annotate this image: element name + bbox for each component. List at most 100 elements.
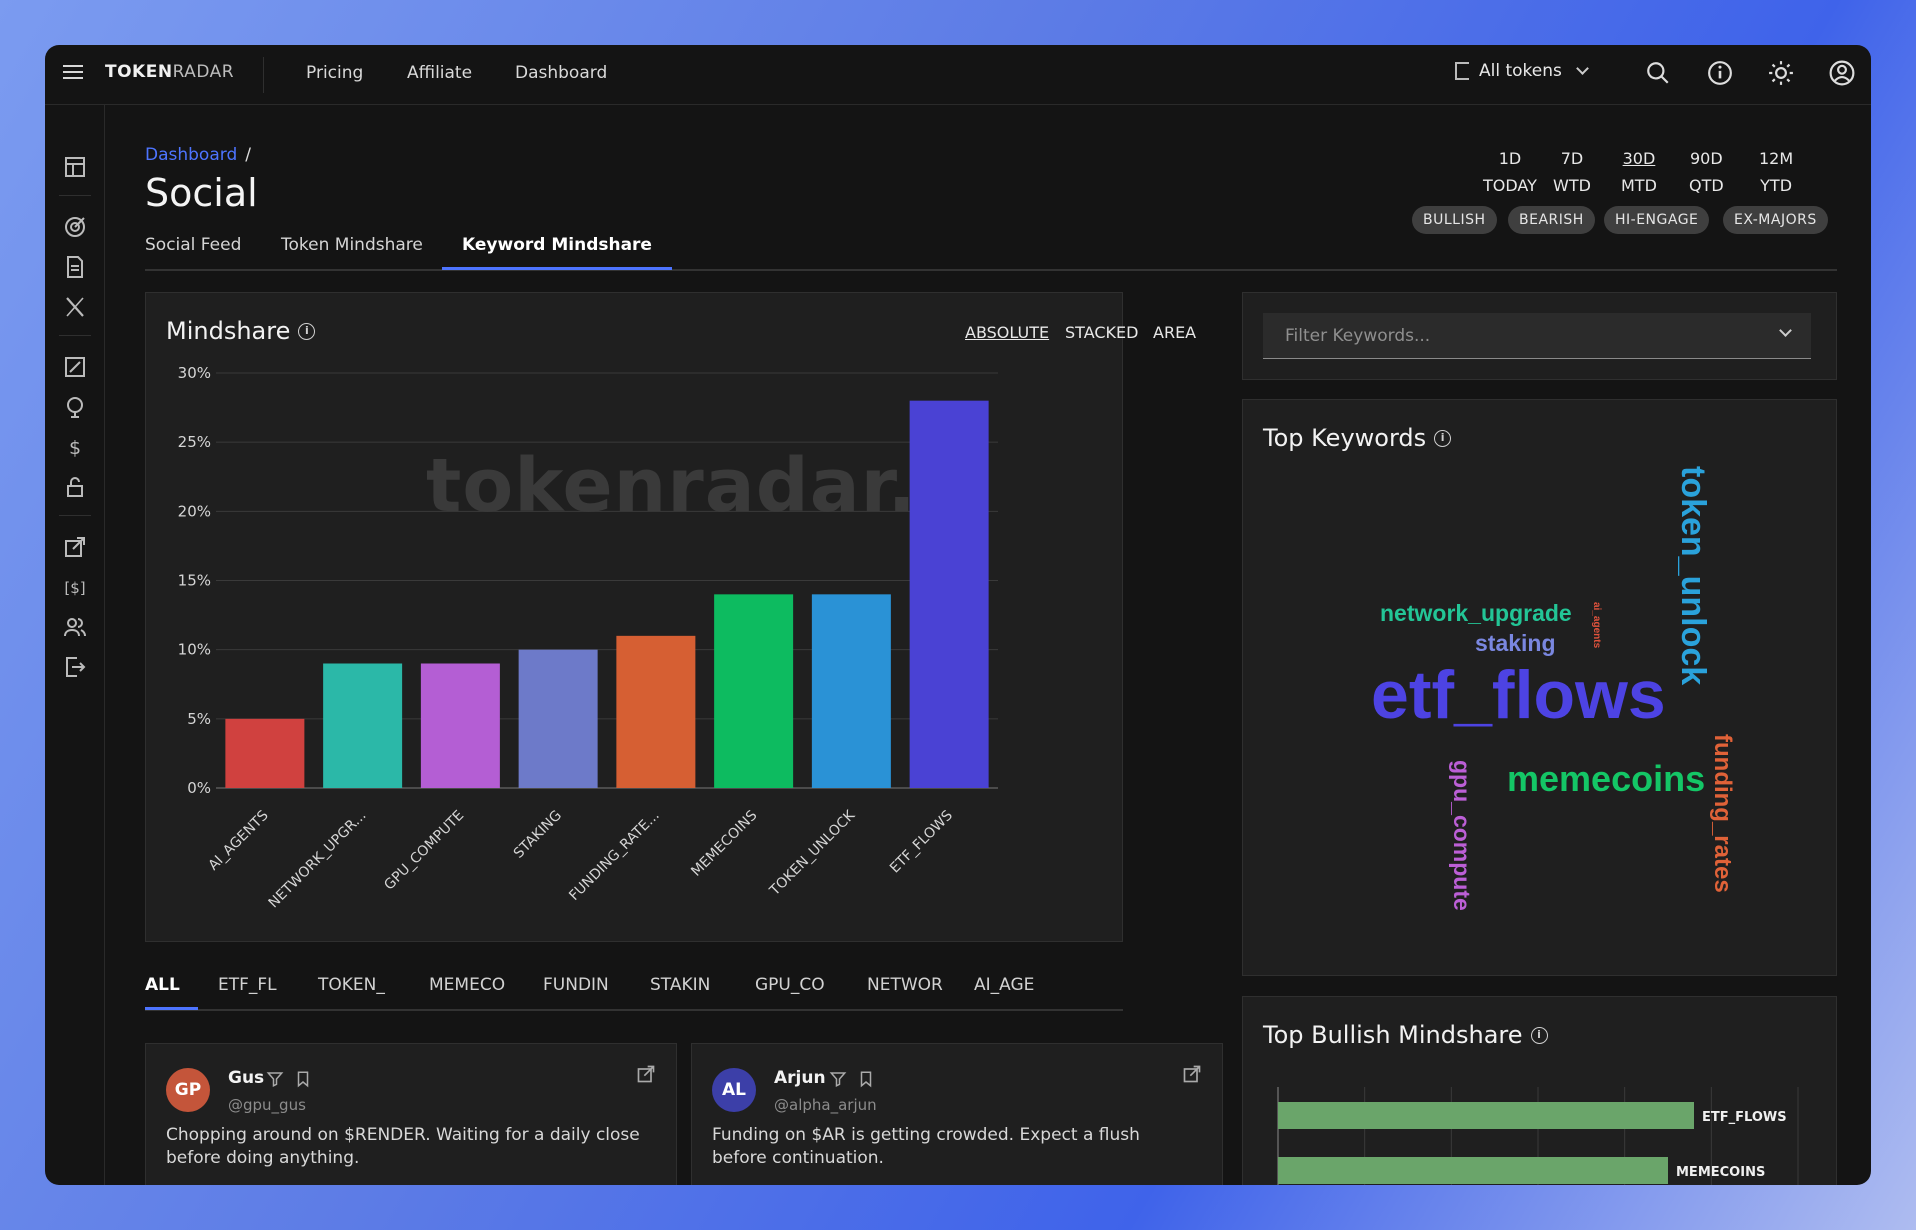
dollar-icon[interactable]: $ — [63, 435, 87, 459]
tab-keyword-mindshare[interactable]: Keyword Mindshare — [442, 235, 672, 270]
bullish-bar-label: MEMECOINS — [1676, 1165, 1765, 1180]
nav-affiliate[interactable]: Affiliate — [407, 63, 472, 83]
top-bullish-panel: Top Bullish Mindshare i ETF_FLOWS MEMECOIN… — [1242, 996, 1837, 1185]
top-keywords-title: Top Keywords i — [1263, 424, 1452, 452]
ktab-stakin[interactable]: STAKIN — [650, 975, 710, 1007]
nav-dashboard[interactable]: Dashboard — [515, 63, 607, 83]
bullish-bar-chart: ETF_FLOWS MEMECOINS — [1277, 1087, 1799, 1185]
unlock-icon[interactable] — [63, 475, 87, 499]
bar-memecoins[interactable] — [714, 594, 794, 788]
keyword-etf-flows[interactable]: etf_flows — [1371, 656, 1666, 734]
bookmark-icon[interactable] — [294, 1070, 312, 1088]
ktab-ai[interactable]: AI_AGE — [974, 975, 1034, 1007]
mindshare-panel: Mindshare i ABSOLUTE STACKED AREA tokenra… — [145, 292, 1196, 942]
x-twitter-icon[interactable] — [63, 295, 87, 319]
ktab-networ[interactable]: NETWOR — [867, 975, 943, 1007]
period-sublabel: WTD — [1553, 176, 1591, 195]
x-tick-label: STAKING — [511, 808, 565, 862]
sidebar-divider — [59, 515, 91, 516]
tab-token-mindshare[interactable]: Token Mindshare — [281, 235, 423, 267]
top-bar: TOKENRADAR Pricing Affiliate Dashboard A… — [45, 45, 1871, 105]
period-label: 1D — [1498, 149, 1522, 168]
filter-bearish[interactable]: BEARISH — [1508, 206, 1595, 234]
theme-sun-icon[interactable] — [1768, 60, 1794, 86]
x-tick-label: GPU_COMPUTE — [381, 808, 467, 894]
ktab-etf[interactable]: ETF_FL — [218, 975, 277, 1007]
avatar[interactable]: GP — [166, 1068, 210, 1112]
post-card[interactable]: AL Arjun @alpha_arjun Funding on $AR is … — [691, 1043, 1223, 1185]
post-text: Funding on $AR is getting crowded. Expec… — [712, 1125, 1140, 1168]
logout-icon[interactable] — [63, 655, 87, 679]
bullish-bar[interactable] — [1278, 1157, 1668, 1184]
period-sublabel: MTD — [1621, 176, 1657, 195]
user-account-icon[interactable] — [1829, 60, 1855, 86]
keyword-token-unlock[interactable]: token_unlock — [1673, 466, 1712, 685]
mode-area[interactable]: AREA — [1153, 323, 1196, 342]
breadcrumb-dashboard[interactable]: Dashboard — [145, 145, 237, 165]
keyword-funding-rates[interactable]: funding_rates — [1708, 734, 1736, 893]
nav-pricing[interactable]: Pricing — [306, 63, 363, 83]
period-90d[interactable]: 90D QTD — [1689, 145, 1724, 199]
filter-keywords-input[interactable]: Filter Keywords... — [1263, 313, 1811, 359]
bar-staking[interactable] — [518, 649, 598, 788]
ktab-all[interactable]: ALL — [145, 975, 198, 1010]
divider — [263, 57, 264, 93]
filter-ex-majors[interactable]: EX-MAJORS — [1723, 206, 1828, 234]
app-window: TOKENRADAR Pricing Affiliate Dashboard A… — [45, 45, 1871, 1185]
keyword-staking[interactable]: staking — [1475, 630, 1556, 657]
bar-token-unlock[interactable] — [811, 594, 891, 788]
post-author-name[interactable]: Gus — [228, 1068, 264, 1088]
filter-icon[interactable] — [266, 1070, 284, 1088]
dashboard-grid-icon[interactable] — [63, 155, 87, 179]
bar-ai-agents[interactable] — [225, 718, 305, 788]
filter-icon[interactable] — [829, 1070, 847, 1088]
bracket-dollar-icon[interactable]: [$] — [63, 575, 87, 599]
svg-text:$: $ — [69, 437, 81, 459]
y-tick-label: 20% — [178, 502, 211, 520]
x-tick-label: ETF_FLOWS — [887, 807, 956, 876]
period-label: 90D — [1690, 149, 1723, 168]
bookmark-icon[interactable] — [857, 1070, 875, 1088]
period-7d[interactable]: 7D WTD — [1553, 145, 1591, 199]
filter-hi-engage[interactable]: HI-ENGAGE — [1604, 206, 1710, 234]
bar-etf-flows[interactable] — [909, 400, 989, 788]
keyword-network-upgrade[interactable]: network_upgrade — [1380, 600, 1572, 627]
x-tick-label: FUNDING_RATE... — [566, 808, 662, 904]
bar-network-upgr[interactable] — [323, 663, 403, 789]
period-1d[interactable]: 1D TODAY — [1483, 145, 1537, 199]
external-link-icon[interactable] — [63, 535, 87, 559]
avatar[interactable]: AL — [712, 1068, 756, 1112]
target-icon[interactable] — [63, 215, 87, 239]
ktab-fundin[interactable]: FUNDIN — [543, 975, 609, 1007]
token-select[interactable]: All tokens — [1455, 61, 1589, 81]
period-12m[interactable]: 12M YTD — [1759, 145, 1793, 199]
tab-social-feed[interactable]: Social Feed — [145, 235, 241, 267]
post-card[interactable]: GP Gus @gpu_gus Chopping around on $REND… — [145, 1043, 677, 1185]
globe-icon[interactable] — [63, 395, 87, 419]
info-icon[interactable] — [1707, 60, 1733, 86]
period-30d[interactable]: 30D MTD — [1621, 145, 1657, 199]
bar-funding-rate[interactable] — [616, 635, 696, 788]
external-link-icon[interactable] — [1182, 1064, 1202, 1084]
ktab-memeco[interactable]: MEMECO — [429, 975, 505, 1007]
keyword-ai-agents[interactable]: ai_agents — [1591, 602, 1602, 648]
document-icon[interactable] — [63, 255, 87, 279]
bar-gpu-compute[interactable] — [420, 663, 500, 789]
expand-chart-icon[interactable] — [63, 355, 87, 379]
menu-icon[interactable] — [63, 65, 83, 81]
post-author-name[interactable]: Arjun — [774, 1068, 826, 1088]
external-link-icon[interactable] — [636, 1064, 656, 1084]
bullish-bar[interactable] — [1278, 1102, 1694, 1129]
logo[interactable]: TOKENRADAR — [105, 62, 234, 82]
keyword-memecoins[interactable]: memecoins — [1507, 758, 1705, 800]
main-tabs: Social Feed Token Mindshare Keyword Mind… — [145, 235, 1837, 271]
ktab-token[interactable]: TOKEN_ — [318, 975, 385, 1007]
x-tick-label: NETWORK_UPGR... — [266, 808, 370, 912]
filter-bullish[interactable]: BULLISH — [1412, 206, 1497, 234]
keyword-gpu-compute[interactable]: gpu_compute — [1448, 760, 1475, 911]
period-label: 12M — [1759, 149, 1794, 168]
ktab-gpu[interactable]: GPU_CO — [755, 975, 825, 1007]
users-icon[interactable] — [63, 615, 87, 639]
info-icon[interactable]: i — [1434, 429, 1452, 447]
search-icon[interactable] — [1645, 60, 1671, 86]
